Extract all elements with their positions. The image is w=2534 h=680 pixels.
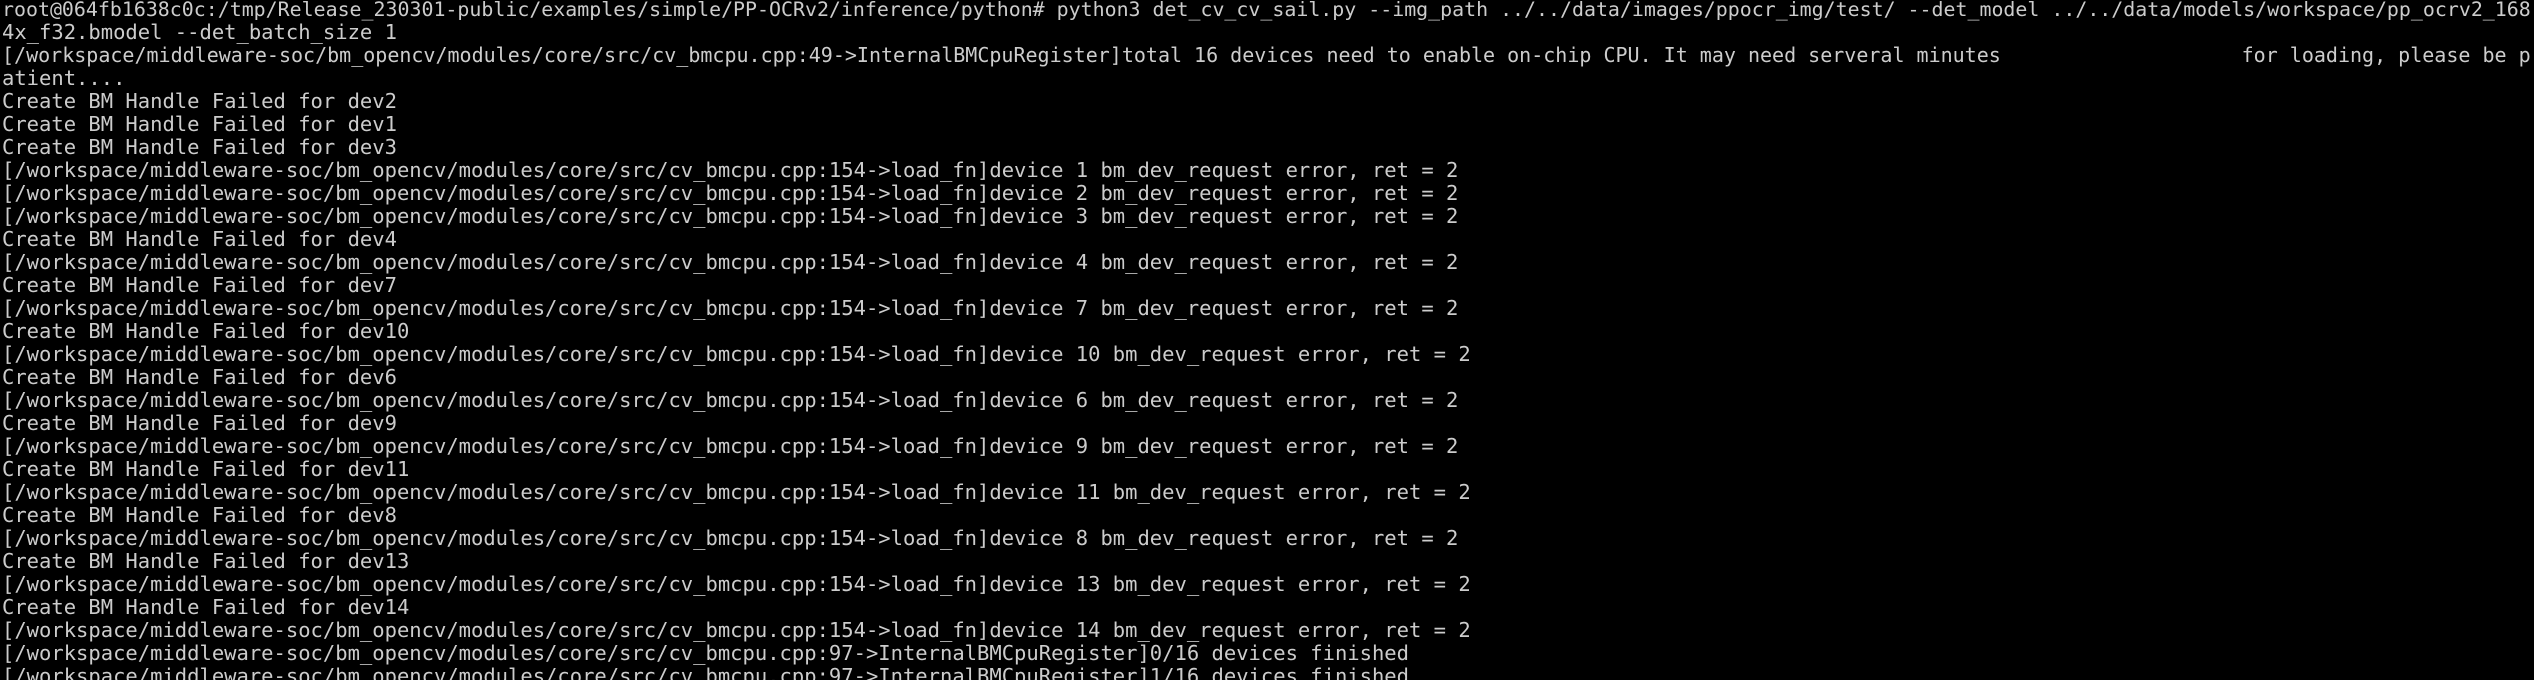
terminal-line: [/workspace/middleware-soc/bm_opencv/mod… [2, 641, 1409, 665]
terminal-line: [/workspace/middleware-soc/bm_opencv/mod… [2, 480, 1471, 504]
terminal-line: Create BM Handle Failed for dev2 [2, 89, 397, 113]
terminal-line-command-wrap: 4x_f32.bmodel --det_batch_size 1 [2, 20, 397, 44]
terminal-window[interactable]: root@064fb1638c0c:/tmp/Release_230301-pu… [0, 0, 2534, 680]
terminal-line: Create BM Handle Failed for dev9 [2, 411, 397, 435]
terminal-line: Create BM Handle Failed for dev10 [2, 319, 410, 343]
terminal-line: Create BM Handle Failed for dev1 [2, 112, 397, 136]
terminal-line: [/workspace/middleware-soc/bm_opencv/mod… [2, 158, 1459, 182]
terminal-line: [/workspace/middleware-soc/bm_opencv/mod… [2, 250, 1459, 274]
terminal-line-command: root@064fb1638c0c:/tmp/Release_230301-pu… [2, 0, 2531, 21]
terminal-line: [/workspace/middleware-soc/bm_opencv/mod… [2, 388, 1459, 412]
terminal-line: [/workspace/middleware-soc/bm_opencv/mod… [2, 434, 1459, 458]
terminal-line: [/workspace/middleware-soc/bm_opencv/mod… [2, 342, 1471, 366]
terminal-line: [/workspace/middleware-soc/bm_opencv/mod… [2, 181, 1459, 205]
terminal-line: [/workspace/middleware-soc/bm_opencv/mod… [2, 526, 1459, 550]
terminal-line: Create BM Handle Failed for dev8 [2, 503, 397, 527]
terminal-line: Create BM Handle Failed for dev6 [2, 365, 397, 389]
terminal-line: [/workspace/middleware-soc/bm_opencv/mod… [2, 572, 1471, 596]
terminal-line-register: [/workspace/middleware-soc/bm_opencv/mod… [2, 43, 2531, 67]
terminal-line-register-wrap: atient.... [2, 66, 126, 90]
terminal-line: [/workspace/middleware-soc/bm_opencv/mod… [2, 664, 1409, 680]
terminal-line: Create BM Handle Failed for dev4 [2, 227, 397, 251]
terminal-line: [/workspace/middleware-soc/bm_opencv/mod… [2, 618, 1471, 642]
terminal-line: Create BM Handle Failed for dev7 [2, 273, 397, 297]
terminal-line: Create BM Handle Failed for dev14 [2, 595, 410, 619]
terminal-line: [/workspace/middleware-soc/bm_opencv/mod… [2, 296, 1459, 320]
terminal-line: Create BM Handle Failed for dev13 [2, 549, 410, 573]
terminal-line: Create BM Handle Failed for dev11 [2, 457, 410, 481]
terminal-line: [/workspace/middleware-soc/bm_opencv/mod… [2, 204, 1459, 228]
terminal-line: Create BM Handle Failed for dev3 [2, 135, 397, 159]
